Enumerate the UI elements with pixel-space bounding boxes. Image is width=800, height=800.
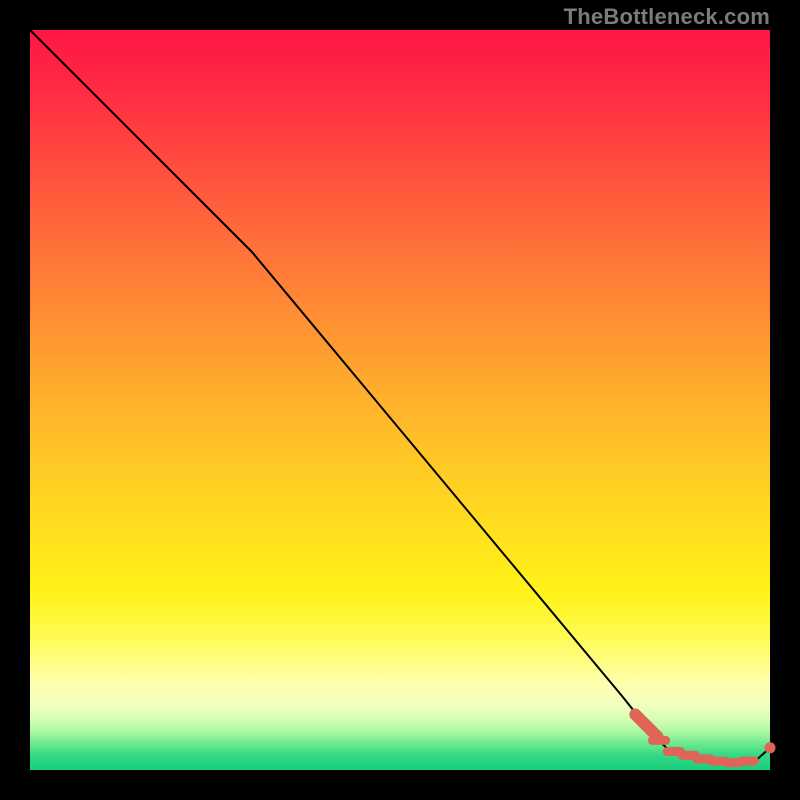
marker-lead-pill — [635, 715, 657, 737]
chart-stage: TheBottleneck.com — [0, 0, 800, 800]
marker-end-dot — [765, 742, 776, 753]
watermark-text: TheBottleneck.com — [564, 4, 770, 30]
bottleneck-curve — [30, 30, 770, 763]
highlighted-range-markers — [635, 715, 775, 763]
chart-overlay-svg — [30, 30, 770, 770]
